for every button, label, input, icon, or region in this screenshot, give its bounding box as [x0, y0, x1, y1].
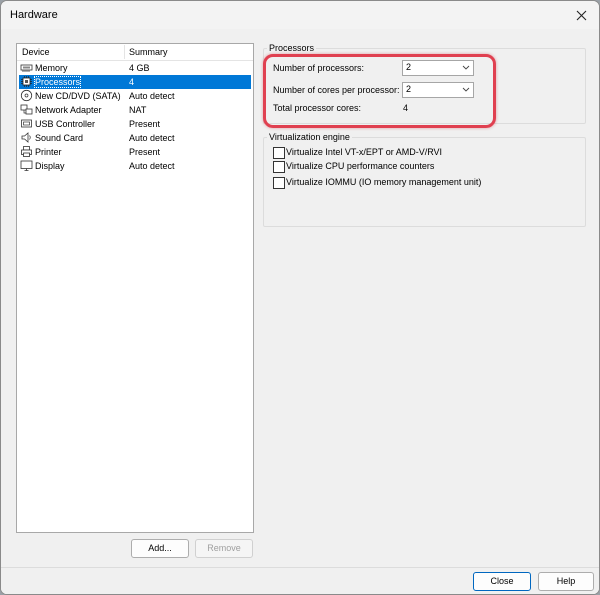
cpu-counters-label[interactable]: Virtualize CPU performance counters	[286, 161, 434, 171]
cores-per-processor-select[interactable]: 2	[402, 82, 474, 98]
network-adapter-icon	[20, 104, 33, 115]
num-processors-value: 2	[406, 62, 412, 72]
device-row-memory[interactable]: Memory 4 GB	[19, 61, 251, 75]
device-summary: Auto detect	[129, 133, 175, 143]
cores-per-processor-label: Number of cores per processor:	[273, 85, 400, 95]
device-summary: 4 GB	[129, 63, 150, 73]
memory-icon	[20, 64, 33, 72]
printer-icon	[21, 146, 32, 157]
cores-per-processor-value: 2	[406, 84, 412, 94]
total-cores-value: 4	[403, 103, 409, 113]
chevron-down-icon	[462, 87, 470, 92]
display-icon	[20, 160, 33, 171]
device-list-header: Device Summary	[17, 44, 253, 61]
device-column-header[interactable]: Device	[22, 47, 50, 57]
device-name: Sound Card	[35, 133, 84, 143]
num-processors-select[interactable]: 2	[402, 60, 474, 76]
device-name: Display	[35, 161, 65, 171]
device-summary: 4	[129, 77, 135, 87]
add-device-button[interactable]: Add...	[131, 539, 189, 558]
device-list[interactable]: Device Summary Memory 4 GB Processors 4 …	[16, 43, 254, 533]
title-bar: Hardware	[1, 1, 599, 29]
device-summary: Auto detect	[129, 161, 175, 171]
num-processors-label: Number of processors:	[273, 63, 365, 73]
device-name: New CD/DVD (SATA)	[35, 91, 121, 101]
dialog-body: Device Summary Memory 4 GB Processors 4 …	[1, 29, 599, 594]
close-icon	[576, 10, 586, 20]
device-row-sound-card[interactable]: Sound Card Auto detect	[19, 131, 251, 145]
total-cores-label: Total processor cores:	[273, 103, 362, 113]
processors-group-label: Processors	[267, 43, 317, 53]
device-row-network-adapter[interactable]: Network Adapter NAT	[19, 103, 251, 117]
processor-icon	[21, 76, 32, 87]
device-summary: Present	[129, 119, 161, 129]
virtualization-group-label: Virtualization engine	[267, 132, 352, 142]
close-button[interactable]: Close	[473, 572, 531, 591]
device-summary: NAT	[129, 105, 147, 115]
cpu-counters-checkbox[interactable]	[273, 161, 285, 173]
usb-icon	[21, 119, 32, 128]
window-title: Hardware	[10, 9, 58, 21]
column-divider[interactable]	[124, 45, 125, 59]
device-row-usb-controller[interactable]: USB Controller Present	[19, 117, 251, 131]
device-name: Memory	[35, 63, 68, 73]
device-summary: Present	[129, 147, 161, 157]
cd-dvd-icon	[20, 89, 33, 102]
device-row-processors[interactable]: Processors 4	[19, 75, 251, 89]
chevron-down-icon	[462, 65, 470, 70]
device-name: Processors	[33, 76, 82, 88]
dialog-footer: Close Help	[1, 567, 599, 594]
iommu-checkbox[interactable]	[273, 177, 285, 189]
help-button[interactable]: Help	[538, 572, 594, 591]
summary-column-header[interactable]: Summary	[129, 47, 168, 57]
iommu-label[interactable]: Virtualize IOMMU (IO memory management u…	[286, 177, 481, 187]
remove-device-button[interactable]: Remove	[195, 539, 253, 558]
close-window-button[interactable]	[563, 1, 599, 29]
hardware-dialog: Hardware Device Summary Memory 4 GB Proc…	[0, 0, 600, 595]
device-row-cd-dvd[interactable]: New CD/DVD (SATA) Auto detect	[19, 89, 251, 103]
speaker-icon	[21, 132, 31, 143]
device-summary: Auto detect	[129, 91, 175, 101]
vt-x-label[interactable]: Virtualize Intel VT-x/EPT or AMD-V/RVI	[286, 147, 442, 157]
device-name: Printer	[35, 147, 62, 157]
device-row-printer[interactable]: Printer Present	[19, 145, 251, 159]
device-row-display[interactable]: Display Auto detect	[19, 159, 251, 173]
vt-x-checkbox[interactable]	[273, 147, 285, 159]
device-name: USB Controller	[35, 119, 96, 129]
device-name: Network Adapter	[35, 105, 102, 115]
